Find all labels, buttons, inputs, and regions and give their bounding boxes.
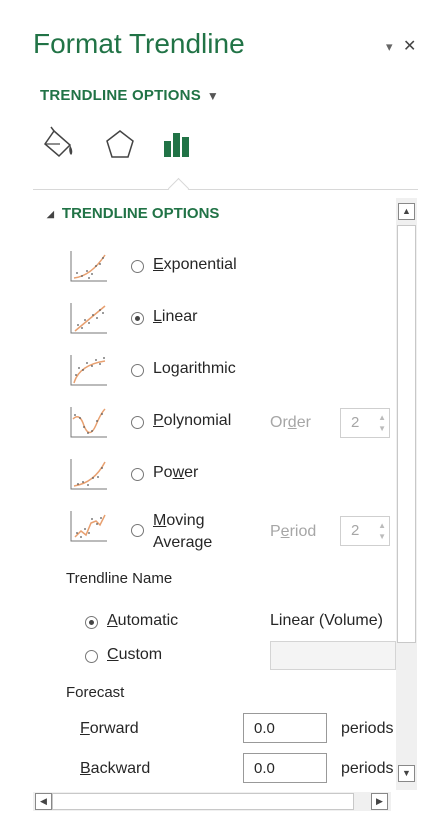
forward-unit: periods xyxy=(341,720,394,737)
trendline-name-label: Trendline Name xyxy=(66,570,173,587)
pane-title: Format Trendline xyxy=(33,28,245,59)
pane-options-dropdown-icon[interactable]: ▾ xyxy=(386,39,393,55)
options-dropdown[interactable]: TRENDLINE OPTIONS ▼ xyxy=(40,87,219,104)
logarithmic-trend-icon xyxy=(69,353,109,387)
scroll-down-icon[interactable]: ▼ xyxy=(398,765,415,782)
options-dropdown-label: TRENDLINE OPTIONS xyxy=(40,87,201,104)
pentagon-icon xyxy=(106,130,134,158)
backward-label: Backward xyxy=(80,760,151,777)
tab-effects[interactable] xyxy=(102,125,138,165)
logarithmic-radio[interactable] xyxy=(131,364,144,377)
spin-down-icon[interactable]: ▼ xyxy=(378,533,386,541)
active-tab-pointer xyxy=(167,177,190,200)
tab-trendline-options[interactable] xyxy=(161,125,197,165)
moving-average-label[interactable]: Moving Average xyxy=(153,510,212,554)
backward-value: 0.0 xyxy=(254,760,275,777)
period-label: Period xyxy=(270,523,317,540)
vertical-scroll-thumb[interactable] xyxy=(397,225,416,643)
forecast-label: Forecast xyxy=(66,684,125,701)
forward-label: Forward xyxy=(80,720,139,737)
scroll-right-icon[interactable]: ▶ xyxy=(371,793,388,810)
paint-bucket-icon xyxy=(43,126,73,158)
forward-value: 0.0 xyxy=(254,720,275,737)
exponential-radio[interactable] xyxy=(131,260,144,273)
close-icon[interactable]: ✕ xyxy=(403,36,416,56)
tab-separator xyxy=(33,189,418,190)
order-label: Order xyxy=(270,414,311,431)
exponential-label[interactable]: Exponential xyxy=(153,256,237,274)
scroll-left-icon[interactable]: ◀ xyxy=(35,793,52,810)
moving-average-radio[interactable] xyxy=(131,524,144,537)
backward-input[interactable]: 0.0 xyxy=(243,753,327,783)
tab-fill-line[interactable] xyxy=(40,125,76,165)
logarithmic-label[interactable]: Logarithmic xyxy=(153,360,236,378)
chevron-down-icon: ▼ xyxy=(206,89,219,103)
polynomial-trend-icon xyxy=(69,405,109,439)
linear-radio[interactable] xyxy=(131,312,144,325)
section-title: TRENDLINE OPTIONS xyxy=(61,205,220,222)
pane-header-controls: ▾ ✕ xyxy=(380,36,416,56)
spin-down-icon[interactable]: ▼ xyxy=(378,425,386,433)
linear-trend-icon xyxy=(69,301,109,335)
custom-name-input[interactable] xyxy=(270,641,396,670)
linear-label[interactable]: Linear xyxy=(153,308,197,326)
power-trend-icon xyxy=(69,457,109,491)
automatic-name-value: Linear (Volume) xyxy=(270,612,383,629)
power-radio[interactable] xyxy=(131,468,144,481)
order-value: 2 xyxy=(351,414,360,431)
moving-average-trend-icon xyxy=(69,509,109,543)
custom-radio[interactable] xyxy=(85,650,98,663)
custom-label[interactable]: Custom xyxy=(107,646,162,664)
backward-unit: periods xyxy=(341,760,394,777)
period-value: 2 xyxy=(351,522,360,539)
section-header-trendline-options[interactable]: ◢ TRENDLINE OPTIONS xyxy=(47,205,219,222)
collapse-triangle-icon: ◢ xyxy=(47,209,54,219)
polynomial-radio[interactable] xyxy=(131,416,144,429)
spin-up-icon[interactable]: ▲ xyxy=(378,414,386,422)
exponential-trend-icon xyxy=(69,249,109,283)
power-label[interactable]: Power xyxy=(153,464,198,482)
polynomial-label[interactable]: Polynomial xyxy=(153,412,231,430)
horizontal-scroll-thumb[interactable] xyxy=(52,793,354,810)
automatic-radio[interactable] xyxy=(85,616,98,629)
spin-up-icon[interactable]: ▲ xyxy=(378,522,386,530)
automatic-label[interactable]: Automatic xyxy=(107,612,178,630)
order-spinner[interactable]: 2 ▲ ▼ xyxy=(340,408,390,438)
period-spinner[interactable]: 2 ▲ ▼ xyxy=(340,516,390,546)
forward-input[interactable]: 0.0 xyxy=(243,713,327,743)
scroll-up-icon[interactable]: ▲ xyxy=(398,203,415,220)
bar-chart-icon xyxy=(164,133,189,157)
